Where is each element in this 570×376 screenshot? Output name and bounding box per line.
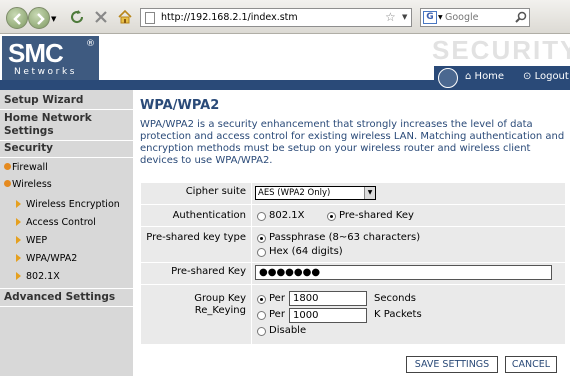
address-bar[interactable]: ☆ ▼	[140, 8, 412, 27]
psk-type-label: Pre-shared key type	[146, 232, 246, 243]
stop-icon[interactable]	[93, 9, 109, 25]
sidebar-item-access-control[interactable]: Access Control	[26, 217, 96, 228]
rekey-packets-per: Per	[269, 309, 285, 320]
form-row-divider	[141, 284, 565, 285]
psk-passphrase-radio[interactable]	[257, 234, 266, 243]
rekey-packets-input[interactable]	[289, 308, 367, 323]
settings-form: Cipher suite AES (WPA2 Only) ▼ Authentic…	[141, 183, 565, 344]
form-column-divider	[251, 183, 252, 344]
main-content: WPA/WPA2 WPA/WPA2 is a security enhancem…	[136, 90, 570, 376]
logo-text: SMC	[8, 38, 64, 68]
sidebar-item-security[interactable]: Security	[0, 142, 133, 154]
sidebar: Setup Wizard Home Network Settings Secur…	[0, 90, 133, 376]
page-icon	[145, 12, 155, 24]
save-settings-button[interactable]: SAVE SETTINGS	[406, 356, 498, 373]
sidebar-divider	[0, 288, 133, 289]
sidebar-item-wireless-encryption[interactable]: Wireless Encryption	[26, 199, 120, 210]
rekey-seconds-radio[interactable]	[257, 295, 266, 304]
sidebar-item-wireless[interactable]: Wireless	[12, 179, 52, 190]
sidebar-divider	[0, 157, 133, 158]
sidebar-item-802-1x[interactable]: 802.1X	[26, 271, 60, 282]
cipher-suite-value: AES (WPA2 Only)	[258, 188, 331, 198]
page-description: WPA/WPA2 is a security enhancement that …	[140, 119, 565, 166]
auth-8021x-label: 802.1X	[269, 210, 305, 221]
rekey-seconds-input[interactable]	[289, 291, 367, 306]
sidebar-item-wep[interactable]: WEP	[26, 235, 47, 246]
section-title: SECURITY	[432, 35, 570, 65]
logout-link[interactable]: ⊙ Logout	[523, 71, 569, 82]
cancel-button[interactable]: CANCEL	[505, 356, 557, 373]
browser-toolbar: ▼ ☆ ▼ G ▼	[0, 0, 570, 34]
sidebar-divider	[0, 109, 133, 110]
header-bar	[0, 80, 434, 90]
arrow-icon	[16, 254, 21, 262]
back-arrow-icon	[13, 13, 21, 25]
psk-hex-label: Hex (64 digits)	[269, 246, 343, 257]
page-header: SMC ® Networks SECURITY ⌂ Home ⊙ Logout	[0, 35, 570, 90]
globe-icon	[438, 68, 458, 88]
auth-8021x-radio[interactable]	[257, 212, 266, 221]
logo-reg: ®	[86, 39, 95, 49]
search-input[interactable]	[445, 10, 511, 25]
bookmark-star-icon[interactable]: ☆	[385, 10, 396, 24]
bullet-icon	[4, 163, 11, 170]
logout-icon: ⊙	[523, 71, 532, 82]
authentication-label: Authentication	[172, 210, 246, 221]
url-dropdown-icon[interactable]: ▼	[402, 13, 407, 21]
psk-hex-radio[interactable]	[257, 248, 266, 257]
rekey-disable-radio[interactable]	[257, 327, 266, 336]
home-link-label: Home	[474, 71, 505, 82]
search-box[interactable]: G ▼	[420, 8, 530, 27]
sidebar-item-setup-wizard[interactable]: Setup Wizard	[0, 94, 133, 106]
sidebar-item-firewall[interactable]: Firewall	[12, 162, 48, 173]
auth-psk-label: Pre-shared Key	[339, 210, 414, 221]
sidebar-divider	[0, 306, 133, 307]
auth-psk-radio[interactable]	[327, 212, 336, 221]
sidebar-item-wpa-wpa2[interactable]: WPA/WPA2	[26, 253, 77, 264]
back-button[interactable]	[6, 7, 28, 29]
home-icon[interactable]	[117, 9, 133, 25]
chevron-down-icon: ▼	[364, 187, 375, 199]
logout-label: Logout	[534, 71, 569, 82]
arrow-icon	[16, 272, 21, 280]
history-dropdown-icon[interactable]: ▼	[51, 15, 56, 23]
form-row-divider	[141, 262, 565, 263]
rekey-packets-radio[interactable]	[257, 311, 266, 320]
rekey-disable-label: Disable	[269, 325, 307, 336]
cipher-suite-label: Cipher suite	[185, 186, 246, 197]
sidebar-divider	[0, 140, 133, 141]
sidebar-item-advanced-settings[interactable]: Advanced Settings	[0, 291, 133, 303]
forward-arrow-icon	[37, 13, 45, 25]
psk-label: Pre-shared Key	[171, 266, 246, 277]
rekey-label-line1: Group Key	[194, 293, 246, 304]
rekey-seconds-unit: Seconds	[374, 293, 417, 304]
rekey-label-line2: Re_Keying	[194, 305, 246, 316]
psk-input[interactable]	[255, 265, 552, 280]
google-icon[interactable]: G	[423, 11, 437, 24]
url-input[interactable]	[161, 10, 381, 25]
psk-passphrase-label: Passphrase (8~63 characters)	[269, 232, 421, 243]
cipher-suite-select[interactable]: AES (WPA2 Only) ▼	[255, 186, 376, 200]
smc-logo: SMC ® Networks	[2, 36, 99, 80]
page-title: WPA/WPA2	[140, 98, 220, 113]
form-row-divider	[141, 204, 565, 205]
arrow-icon	[16, 218, 21, 226]
search-icon[interactable]	[515, 11, 527, 26]
logo-subtext: Networks	[14, 67, 78, 77]
rekey-seconds-per: Per	[269, 293, 285, 304]
reload-icon[interactable]	[69, 9, 85, 25]
home-link-icon: ⌂	[465, 71, 472, 82]
search-engine-dropdown-icon[interactable]: ▼	[438, 14, 443, 21]
home-link[interactable]: ⌂ Home	[465, 71, 504, 82]
rekey-packets-unit: K Packets	[374, 309, 422, 320]
bullet-icon	[4, 180, 11, 187]
arrow-icon	[16, 236, 21, 244]
sidebar-item-home-network-settings[interactable]: Home Network Settings	[0, 112, 120, 138]
form-row-divider	[141, 226, 565, 227]
forward-button[interactable]	[28, 7, 50, 29]
arrow-icon	[16, 200, 21, 208]
